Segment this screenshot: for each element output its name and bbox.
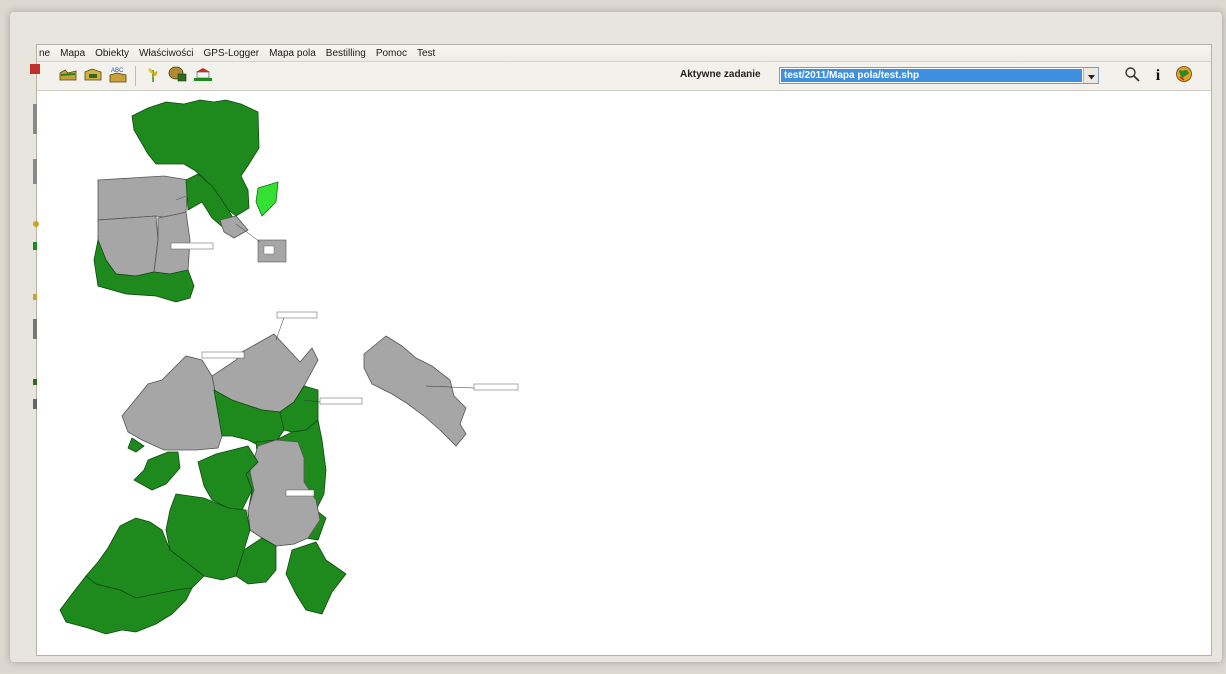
menu-item-bestilling[interactable]: Bestilling xyxy=(321,48,371,59)
dropdown-arrow-button[interactable] xyxy=(1083,68,1098,83)
menu-item-gps-logger[interactable]: GPS-Logger xyxy=(199,48,265,59)
menu-item-file[interactable]: ne xyxy=(37,48,55,59)
field-parcel[interactable] xyxy=(133,451,181,491)
map-globe-button[interactable] xyxy=(1173,65,1195,87)
abc-label-button[interactable]: ABC xyxy=(107,65,129,87)
menu-bar: ne Mapa Obiekty Właściwości GPS-Logger M… xyxy=(37,45,1211,62)
chevron-down-icon xyxy=(1087,67,1095,85)
field-parcel[interactable] xyxy=(97,175,189,221)
active-task-dropdown[interactable]: test/2011/Mapa pola/test.shp xyxy=(779,67,1099,84)
active-task-label: Aktywne zadanie xyxy=(680,69,761,80)
field-parcel[interactable] xyxy=(219,215,249,239)
zoom-search-button[interactable] xyxy=(1121,65,1143,87)
menu-item-obiekty[interactable]: Obiekty xyxy=(90,48,134,59)
save-field-icon xyxy=(84,66,102,87)
menu-item-test[interactable]: Test xyxy=(412,48,440,59)
save-field-button[interactable] xyxy=(82,65,104,87)
abc-label-icon: ABC xyxy=(108,65,128,88)
open-field-icon xyxy=(59,66,77,87)
toolbar-left-group: ABC xyxy=(57,65,214,87)
upper-field-cluster xyxy=(93,99,287,303)
active-task-value: test/2011/Mapa pola/test.shp xyxy=(781,69,1082,82)
menu-item-wlasciwosci[interactable]: Właściwości xyxy=(134,48,198,59)
map-globe-icon xyxy=(1175,65,1193,88)
lower-field-cluster xyxy=(59,311,519,635)
soil-sample-icon xyxy=(168,65,188,88)
field-parcel[interactable] xyxy=(285,541,347,615)
info-icon: i xyxy=(1155,67,1161,84)
selected-field-parcel[interactable] xyxy=(255,181,279,217)
zoom-search-icon xyxy=(1124,66,1140,87)
right-toolbar-group: i xyxy=(1121,65,1195,87)
toolbar: ABC Aktywne zadanie test/2011/Mapa pola/… xyxy=(37,62,1211,91)
farm-building-icon xyxy=(193,66,213,87)
map-canvas[interactable] xyxy=(36,90,1210,654)
toolbar-separator xyxy=(135,66,136,86)
open-field-button[interactable] xyxy=(57,65,79,87)
menu-item-mapa-pola[interactable]: Mapa pola xyxy=(264,48,321,59)
field-parcel[interactable] xyxy=(121,355,223,451)
info-button[interactable]: i xyxy=(1147,65,1169,87)
crop-plant-icon xyxy=(145,65,161,88)
crop-plant-button[interactable] xyxy=(142,65,164,87)
field-parcel[interactable] xyxy=(363,335,467,447)
soil-sample-button[interactable] xyxy=(167,65,189,87)
farm-building-button[interactable] xyxy=(192,65,214,87)
menu-item-pomoc[interactable]: Pomoc xyxy=(371,48,412,59)
menu-item-mapa[interactable]: Mapa xyxy=(55,48,90,59)
